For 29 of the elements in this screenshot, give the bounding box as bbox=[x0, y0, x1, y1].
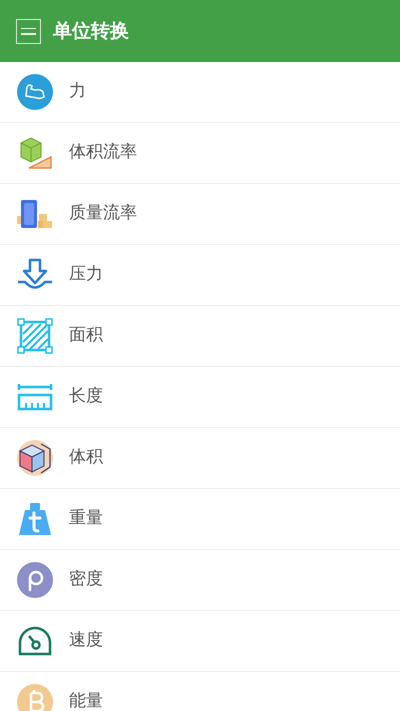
unit-label: 重量 bbox=[69, 507, 103, 530]
unit-list-item[interactable]: 力 bbox=[0, 62, 400, 123]
unit-list-item[interactable]: 体积 bbox=[0, 428, 400, 489]
menu-icon[interactable] bbox=[16, 18, 41, 44]
unit-list-item[interactable]: 能量 bbox=[0, 672, 400, 711]
weight-icon bbox=[17, 501, 53, 537]
unit-label: 长度 bbox=[69, 385, 103, 408]
unit-list-item[interactable]: 面积 bbox=[0, 306, 400, 367]
unit-label: 能量 bbox=[69, 690, 103, 711]
unit-label: 速度 bbox=[69, 629, 103, 652]
box-icon bbox=[17, 440, 53, 476]
unit-list-item[interactable]: 密度 bbox=[0, 550, 400, 611]
unit-label: 密度 bbox=[69, 568, 103, 592]
unit-list-item[interactable]: 质量流率 bbox=[0, 184, 400, 245]
app-title: 单位转换 bbox=[53, 18, 129, 44]
unit-label: 压力 bbox=[69, 263, 103, 286]
area-icon bbox=[17, 318, 53, 354]
unit-list-item[interactable]: 压力 bbox=[0, 245, 400, 306]
unit-list-item[interactable]: 速度 bbox=[0, 611, 400, 672]
unit-label: 体积流率 bbox=[69, 141, 137, 164]
arm-icon bbox=[17, 74, 53, 110]
unit-label: 力 bbox=[69, 80, 86, 104]
unit-label: 面积 bbox=[69, 324, 103, 348]
unit-label: 体积 bbox=[69, 446, 103, 470]
unit-list-item[interactable]: 体积流率 bbox=[0, 123, 400, 184]
rho-icon bbox=[17, 562, 53, 598]
unit-list-item[interactable]: 长度 bbox=[0, 367, 400, 428]
unit-list-item[interactable]: 重量 bbox=[0, 489, 400, 550]
unit-label: 质量流率 bbox=[69, 202, 137, 226]
